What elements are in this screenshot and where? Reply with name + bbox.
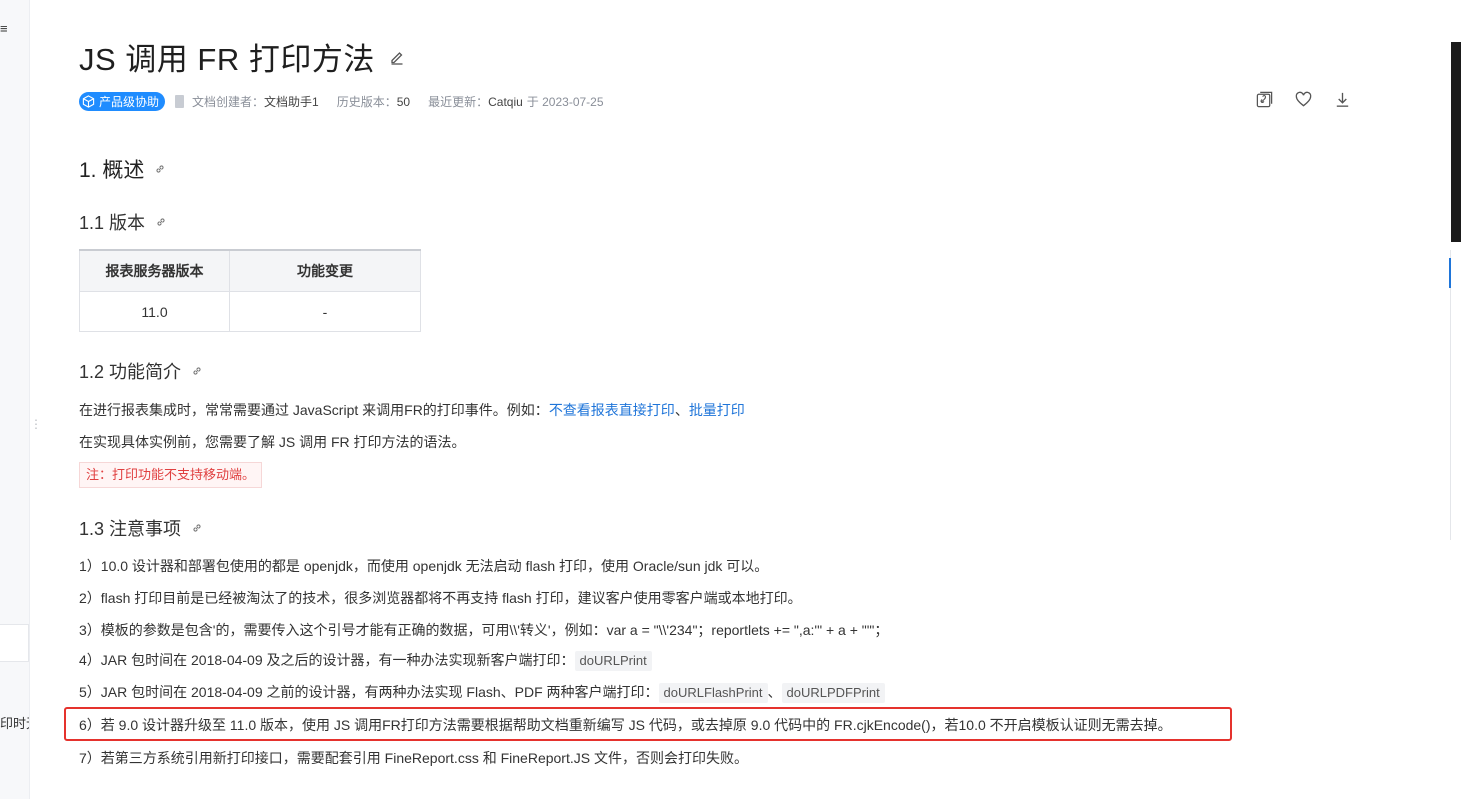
doc-meta-row: 产品级协助 文档创建者： 文档助手1 历史版本： 50 最近更新： Catqiu…: [79, 92, 604, 111]
updated-by[interactable]: Catqiu: [488, 95, 523, 109]
red-highlight-box: [64, 707, 1232, 741]
link-batch-print[interactable]: 批量打印: [689, 402, 745, 418]
anchor-link-icon[interactable]: [191, 522, 203, 534]
updated-label: 最近更新：: [428, 95, 489, 109]
list-item: 1）10.0 设计器和部署包使用的都是 openjdk，而使用 openjdk …: [79, 558, 769, 574]
section-heading-overview: 1. 概述: [79, 154, 166, 184]
document-icon: [175, 95, 185, 108]
mobile-support-note: 注：打印功能不支持移动端。: [79, 462, 263, 488]
code-separator: 、: [767, 684, 782, 700]
intro-text: 在进行报表集成时，常常需要通过 JavaScript 来调用FR的打印事件。例如…: [79, 402, 549, 418]
doc-actions: [1255, 90, 1372, 109]
creator-label: 文档创建者：: [192, 95, 265, 109]
page-title: JS 调用 FR 打印方法: [79, 42, 375, 77]
table-header-cell: 功能变更: [229, 249, 421, 292]
table-header-cell: 报表服务器版本: [79, 249, 230, 292]
syntax-paragraph: 在实现具体实例前，您需要了解 JS 调用 FR 打印方法的语法。: [79, 434, 466, 450]
right-edge-panel: [1451, 42, 1461, 242]
section-heading-intro: 1.2 功能简介: [79, 358, 203, 384]
table-cell: 11.0: [79, 291, 230, 332]
list-item: 5）JAR 包时间在 2018-04-09 之前的设计器，有两种办法实现 Fla…: [79, 682, 885, 703]
table-row: 11.0 -: [79, 291, 421, 332]
history-label: 历史版本：: [336, 95, 397, 109]
link-separator: 、: [674, 402, 689, 418]
section-heading-notes: 1.3 注意事项: [79, 515, 203, 541]
sidebar-truncated-item[interactable]: 印时无: [0, 713, 29, 732]
creator-name[interactable]: 文档助手1: [264, 93, 319, 110]
list-item: 3）模板的参数是包含'的，需要传入这个引号才能有正确的数据，可用\\'转义'，例…: [79, 622, 889, 638]
history-count[interactable]: 50: [397, 95, 410, 109]
table-cell: -: [229, 291, 421, 332]
menu-icon[interactable]: ≡: [0, 22, 8, 35]
intro-paragraph: 在进行报表集成时，常常需要通过 JavaScript 来调用FR的打印事件。例如…: [79, 400, 745, 420]
section-heading-text: 1. 概述: [79, 159, 145, 182]
link-direct-print[interactable]: 不查看报表直接打印: [549, 402, 675, 418]
code-snippet: doURLPrint: [574, 651, 652, 671]
toc-rail-active-marker[interactable]: [1449, 258, 1451, 288]
section-heading-text: 1.3 注意事项: [79, 519, 182, 539]
page-title-row: JS 调用 FR 打印方法: [79, 34, 405, 79]
list-item-text: 5）JAR 包时间在 2018-04-09 之前的设计器，有两种办法实现 Fla…: [79, 684, 659, 700]
list-item: 7）若第三方系统引用新打印接口，需要配套引用 FineReport.css 和 …: [79, 750, 748, 766]
section-heading-text: 1.1 版本: [79, 213, 146, 233]
list-item: 2）flash 打印目前是已经被淘汰了的技术，很多浏览器都将不再支持 flash…: [79, 590, 802, 606]
section-heading-text: 1.2 功能简介: [79, 362, 182, 382]
resize-handle-icon[interactable]: ⋮: [30, 418, 42, 430]
anchor-link-icon[interactable]: [191, 365, 203, 377]
product-badge[interactable]: 产品级协助: [79, 92, 166, 111]
code-snippet: doURLPDFPrint: [781, 683, 885, 703]
heart-icon[interactable]: [1294, 90, 1313, 109]
list-item: 4）JAR 包时间在 2018-04-09 及之后的设计器，有一种办法实现新客户…: [79, 650, 652, 671]
updated-date: 于 2023-07-25: [526, 95, 604, 109]
toc-rail: [1450, 250, 1451, 540]
table-header-row: 报表服务器版本 功能变更: [79, 249, 421, 292]
anchor-link-icon[interactable]: [154, 163, 166, 175]
download-icon[interactable]: [1333, 90, 1352, 109]
edit-icon[interactable]: [389, 49, 405, 65]
section-heading-version: 1.1 版本: [79, 209, 167, 235]
anchor-link-icon[interactable]: [155, 216, 167, 228]
product-badge-label: 产品级协助: [99, 95, 160, 109]
left-sidebar: ≡ 印时无: [0, 0, 30, 799]
list-item-text: 4）JAR 包时间在 2018-04-09 及之后的设计器，有一种办法实现新客户…: [79, 652, 575, 668]
cube-icon: [82, 95, 95, 108]
version-table: 报表服务器版本 功能变更 11.0 -: [79, 249, 421, 332]
code-snippet: doURLFlashPrint: [658, 683, 768, 703]
sidebar-search-box[interactable]: [0, 624, 29, 662]
copy-link-icon[interactable]: [1255, 90, 1274, 109]
